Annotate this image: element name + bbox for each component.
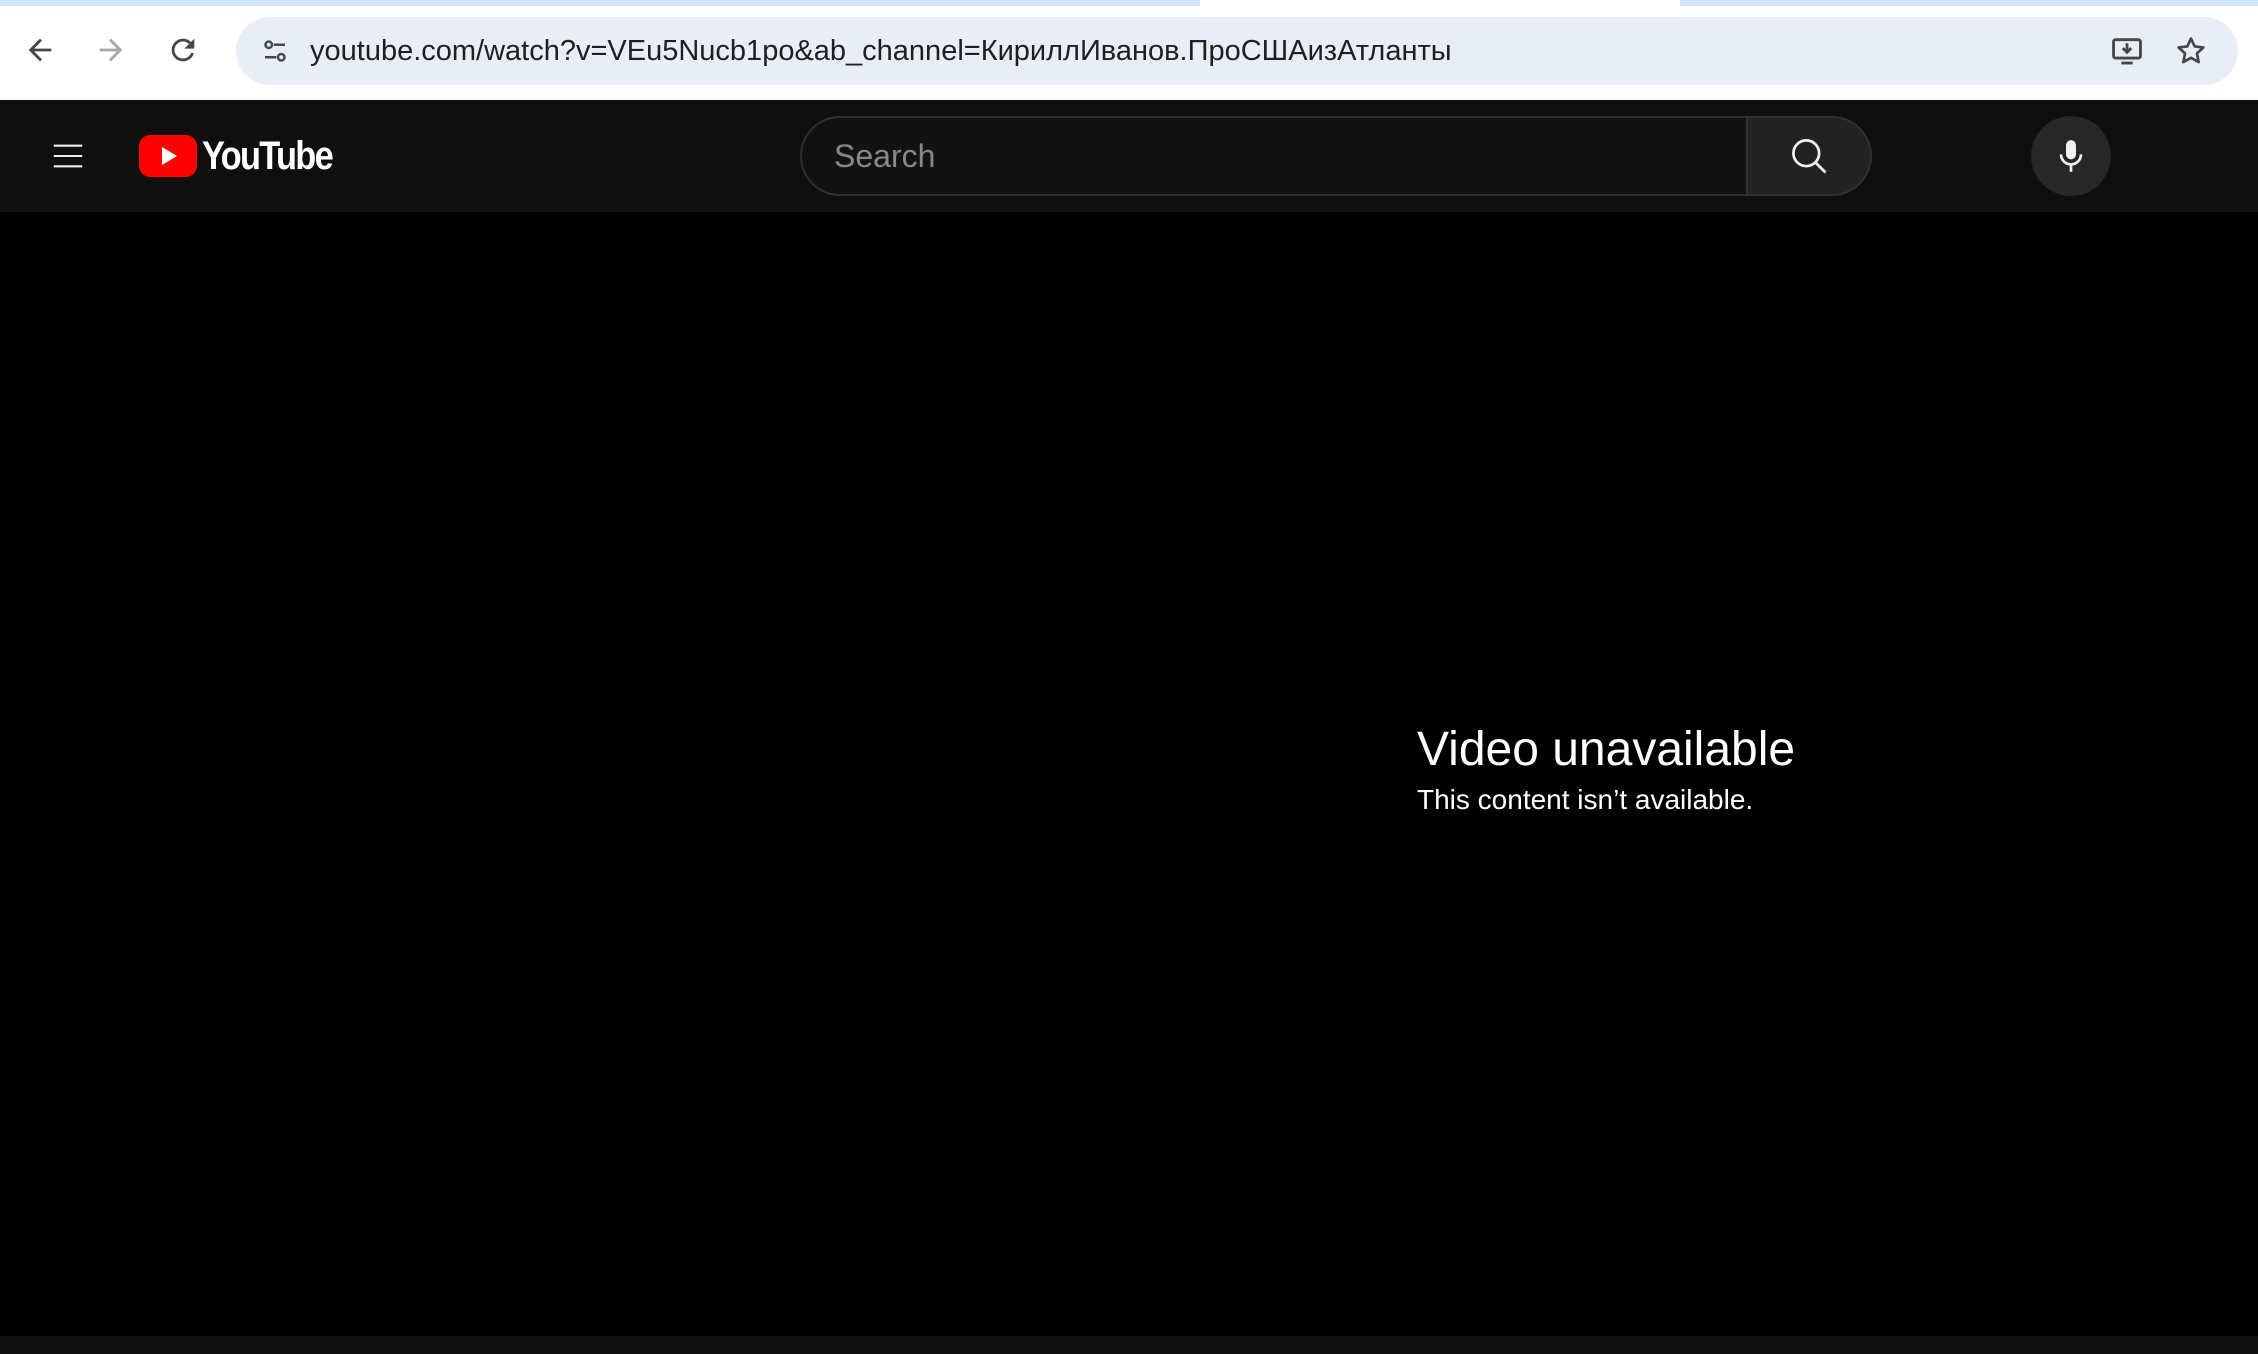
arrow-right-icon [99, 38, 123, 62]
search-button[interactable] [1746, 116, 1872, 196]
youtube-logo[interactable]: YouTube [139, 134, 353, 178]
unavailable-message: Video unavailable This content isn’t ava… [1417, 722, 1795, 818]
tab-strip-edge [1680, 0, 2258, 6]
youtube-masthead: YouTube [0, 100, 2258, 212]
tune-icon [264, 40, 286, 62]
unavailable-subtitle: This content isn’t available. [1417, 784, 1754, 815]
reload-button[interactable] [155, 22, 211, 78]
url-text[interactable]: youtube.com/watch?v=VEu5Nucb1po&ab_chann… [310, 17, 1452, 85]
star-icon [2177, 37, 2205, 64]
active-tab-edge [1200, 0, 1680, 6]
youtube-play-logo-icon [139, 135, 197, 177]
bookmark-button[interactable] [2168, 28, 2214, 74]
page-background [0, 1336, 2258, 1354]
guide-menu-button[interactable] [36, 124, 100, 188]
browser-toolbar: youtube.com/watch?v=VEu5Nucb1po&ab_chann… [0, 0, 2258, 100]
microphone-icon [2059, 140, 2083, 172]
address-bar[interactable]: youtube.com/watch?v=VEu5Nucb1po&ab_chann… [236, 17, 2238, 85]
install-app-icon [2112, 38, 2142, 65]
install-app-button[interactable] [2104, 28, 2150, 74]
reload-icon [171, 38, 195, 62]
tab-strip-edge [0, 0, 1200, 6]
site-info-button[interactable] [252, 28, 298, 74]
youtube-logo-text: YouTube [202, 133, 334, 178]
forward-button[interactable] [83, 22, 139, 78]
search-input[interactable] [800, 116, 1746, 196]
voice-search-button[interactable] [2031, 116, 2111, 196]
arrow-left-icon [28, 38, 52, 62]
back-button[interactable] [12, 22, 68, 78]
unavailable-title: Video unavailable [1417, 723, 1796, 776]
video-player[interactable]: Video unavailable This content isn’t ava… [0, 212, 2258, 1336]
hamburger-menu-icon [53, 144, 83, 168]
search-box [800, 116, 1872, 196]
search-icon [1792, 139, 1827, 174]
